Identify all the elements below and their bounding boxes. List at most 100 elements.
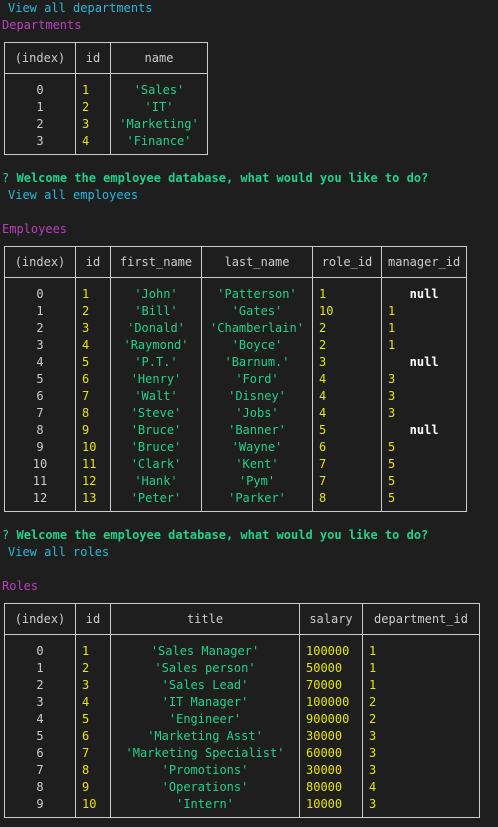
table-cell: 1 <box>362 660 480 677</box>
table-cell: 7 <box>4 762 76 779</box>
prompt-question: Welcome the employee database, what woul… <box>16 171 429 185</box>
table-cell: 7 <box>75 388 111 405</box>
table-cell: 2 <box>312 320 382 337</box>
table-cell: 3 <box>362 745 480 762</box>
table-cell: 'Jobs' <box>201 405 313 422</box>
table-cell: 11 <box>75 456 111 473</box>
table-row: 7 8 'Promotions' 30000 3 <box>4 762 480 779</box>
table-cell: 1 <box>4 660 76 677</box>
table-cell: 3 <box>362 796 480 813</box>
table-cell: 4 <box>75 694 111 711</box>
table-cell: 'Intern' <box>110 796 300 813</box>
table-cell: 4 <box>4 711 76 728</box>
column-header: salary <box>299 603 363 635</box>
table-cell: 'Banner' <box>201 422 313 439</box>
table-cell: 80000 <box>299 779 363 796</box>
table-row: 8 9 'Bruce' 'Banner' 5 null <box>4 422 468 439</box>
table-cell: 4 <box>312 388 382 405</box>
table-cell: 'Operations' <box>110 779 300 796</box>
table-cell: 'Bruce' <box>110 439 202 456</box>
table-row: 8 9 'Operations' 80000 4 <box>4 779 480 796</box>
prompt-question: Welcome the employee database, what woul… <box>16 528 429 542</box>
table-cell: 13 <box>75 490 111 507</box>
table-cell: 4 <box>362 779 480 796</box>
table-row: 3 4 'Finance' <box>4 133 208 150</box>
table-cell: 2 <box>75 303 111 320</box>
table-cell: 'Marketing Asst' <box>110 728 300 745</box>
table-cell: 2 <box>362 694 480 711</box>
table-cell: 3 <box>4 694 76 711</box>
command-line-view-employees: View all employees <box>8 188 139 202</box>
table-cell: 3 <box>380 371 468 388</box>
table-row: 7 8 'Steve' 'Jobs' 4 3 <box>4 405 468 422</box>
table-cell: 1 <box>4 303 76 320</box>
table-cell: 'Bruce' <box>110 422 202 439</box>
table-cell: 0 <box>4 286 76 303</box>
column-header: (index) <box>4 42 76 74</box>
table-cell: 1 <box>312 286 382 303</box>
table-cell: 'Clark' <box>110 456 202 473</box>
table-cell: 900000 <box>299 711 363 728</box>
table-cell: 'Donald' <box>110 320 202 337</box>
table-row: 2 3 'Donald' 'Chamberlain' 2 1 <box>4 320 468 337</box>
table-cell: 6 <box>75 728 111 745</box>
table-row: 4 5 'Engineer' 900000 2 <box>4 711 480 728</box>
table-cell: 5 <box>4 728 76 745</box>
table-cell: null <box>380 422 468 439</box>
departments-table: (index) id name 0 1 'Sales' 1 2 'IT' 2 3 'Marketing… <box>4 42 208 155</box>
table-cell: 1 <box>75 643 111 660</box>
roles-table: (index) id title salary department_id 0 1 'Sale… <box>4 603 480 818</box>
table-cell: 50000 <box>299 660 363 677</box>
table-cell: 'Bill' <box>110 303 202 320</box>
section-title-departments: Departments <box>2 18 82 32</box>
table-cell: 3 <box>75 320 111 337</box>
table-cell: null <box>380 286 468 303</box>
table-cell: 5 <box>75 711 111 728</box>
table-cell: 'Pym' <box>201 473 313 490</box>
table-cell: 2 <box>362 711 480 728</box>
table-cell: 3 <box>362 728 480 745</box>
table-row: 2 3 'Marketing' <box>4 116 208 133</box>
table-row: 3 4 'Raymond' 'Boyce' 2 1 <box>4 337 468 354</box>
table-cell: 'Wayne' <box>201 439 313 456</box>
table-row: 9 10 'Intern' 10000 3 <box>4 796 480 813</box>
table-cell: 'IT' <box>110 99 208 116</box>
table-row: 10 11 'Clark' 'Kent' 7 5 <box>4 456 468 473</box>
table-cell: 'Marketing Specialist' <box>110 745 300 762</box>
table-cell: 'Disney' <box>201 388 313 405</box>
table-cell: 0 <box>4 643 76 660</box>
table-cell: 30000 <box>299 728 363 745</box>
table-cell: 3 <box>362 762 480 779</box>
table-cell: 9 <box>75 779 111 796</box>
table-cell: 100000 <box>299 694 363 711</box>
table-row: 1 2 'Sales person' 50000 1 <box>4 660 480 677</box>
table-row: 6 7 'Walt' 'Disney' 4 3 <box>4 388 468 405</box>
table-cell: 7 <box>4 405 76 422</box>
prompt-line: ? Welcome the employee database, what wo… <box>2 527 428 543</box>
table-cell: 10000 <box>299 796 363 813</box>
column-header: (index) <box>4 246 76 278</box>
table-cell: 10 <box>75 439 111 456</box>
table-row: 1 2 'IT' <box>4 99 208 116</box>
table-cell: 5 <box>312 422 382 439</box>
table-cell: 5 <box>380 473 468 490</box>
table-cell: 3 <box>380 388 468 405</box>
table-cell: 2 <box>75 99 111 116</box>
table-cell: null <box>380 354 468 371</box>
table-cell: 'Walt' <box>110 388 202 405</box>
table-cell: 'Promotions' <box>110 762 300 779</box>
table-cell: 4 <box>75 337 111 354</box>
table-cell: 7 <box>75 745 111 762</box>
table-cell: 'Henry' <box>110 371 202 388</box>
table-cell: 7 <box>312 473 382 490</box>
table-cell: 3 <box>4 337 76 354</box>
table-cell: 8 <box>75 762 111 779</box>
table-cell: 1 <box>380 337 468 354</box>
table-cell: 12 <box>4 490 76 507</box>
table-cell: 10 <box>75 796 111 813</box>
table-cell: 6 <box>312 439 382 456</box>
table-row: 11 12 'Hank' 'Pym' 7 5 <box>4 473 468 490</box>
table-cell: 'Boyce' <box>201 337 313 354</box>
table-row: 9 10 'Bruce' 'Wayne' 6 5 <box>4 439 468 456</box>
table-cell: 4 <box>75 133 111 150</box>
